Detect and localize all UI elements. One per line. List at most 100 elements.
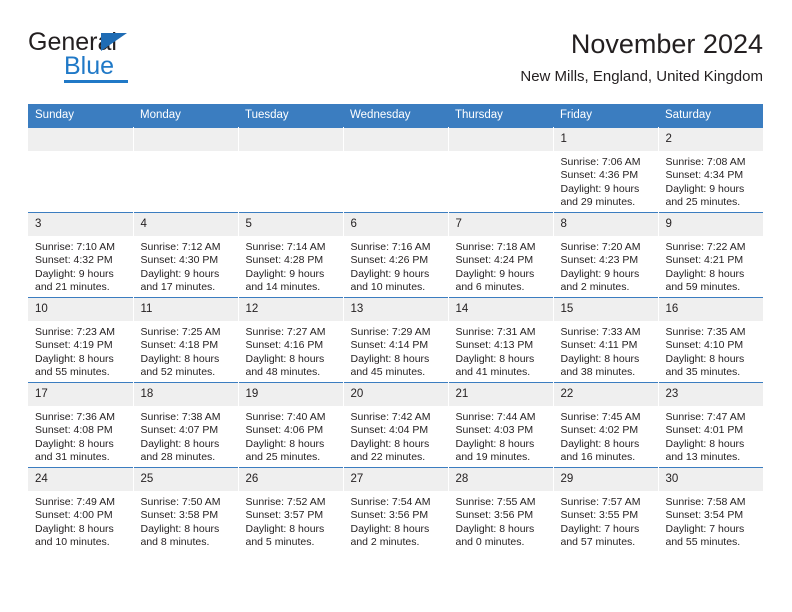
calendar-empty-cell [28, 127, 134, 213]
calendar-day-cell[interactable]: 11 Sunrise: 7:25 AM Sunset: 4:18 PM Dayligh… [133, 297, 239, 383]
sunset-text: Sunset: 3:56 PM [350, 509, 429, 522]
daylight-text-line1: Daylight: 8 hours [350, 437, 430, 450]
daylight-text-line2: and 2 minutes. [350, 536, 420, 549]
day-number: 5 [238, 213, 343, 236]
sunset-text: Sunset: 4:28 PM [245, 254, 324, 267]
calendar-day-cell[interactable]: 19 Sunrise: 7:40 AM Sunset: 4:06 PM Dayligh… [238, 382, 344, 468]
sunrise-text: Sunrise: 7:49 AM [35, 496, 115, 508]
day-details: Sunrise: 7:08 AM Sunset: 4:34 PM Daylight:… [659, 151, 764, 210]
calendar-day-cell[interactable]: 18 Sunrise: 7:38 AM Sunset: 4:07 PM Dayligh… [133, 382, 239, 468]
daylight-text-line2: and 10 minutes. [35, 536, 110, 549]
sunset-text: Sunset: 3:57 PM [245, 509, 324, 522]
day-details: Sunrise: 7:12 AM Sunset: 4:30 PM Daylight:… [134, 236, 238, 295]
day-details: Sunrise: 7:23 AM Sunset: 4:19 PM Daylight:… [28, 321, 133, 380]
calendar-day-cell[interactable]: 9 Sunrise: 7:22 AM Sunset: 4:21 PM Daylight… [658, 212, 763, 298]
calendar-day-cell[interactable]: 30 Sunrise: 7:58 AM Sunset: 3:54 PM Dayligh… [658, 467, 763, 552]
day-details: Sunrise: 7:33 AM Sunset: 4:11 PM Daylight:… [554, 321, 658, 380]
sunrise-text: Sunrise: 7:16 AM [350, 241, 431, 253]
sunrise-text: Sunrise: 7:22 AM [665, 241, 746, 253]
sunrise-text: Sunrise: 7:58 AM [665, 496, 746, 508]
daylight-text-line1: Daylight: 8 hours [455, 352, 535, 365]
sunrise-text: Sunrise: 7:47 AM [665, 411, 746, 423]
sunset-text: Sunset: 4:02 PM [560, 424, 639, 437]
sunset-text: Sunset: 4:07 PM [140, 424, 219, 437]
calendar-day-cell[interactable]: 29 Sunrise: 7:57 AM Sunset: 3:55 PM Dayligh… [553, 467, 659, 552]
day-number: 4 [133, 213, 238, 236]
day-number: 18 [133, 383, 238, 406]
calendar-day-cell[interactable]: 4 Sunrise: 7:12 AM Sunset: 4:30 PM Daylight… [133, 212, 239, 298]
sunset-text: Sunset: 4:16 PM [245, 339, 324, 352]
sunset-text: Sunset: 4:26 PM [350, 254, 429, 267]
daylight-text-line1: Daylight: 8 hours [140, 352, 220, 365]
sunset-text: Sunset: 4:13 PM [455, 339, 534, 352]
logo-underline [64, 80, 128, 83]
sunset-text: Sunset: 3:56 PM [455, 509, 534, 522]
sunset-text: Sunset: 4:11 PM [560, 339, 638, 352]
daylight-text-line1: Daylight: 8 hours [350, 352, 430, 365]
calendar-day-cell[interactable]: 7 Sunrise: 7:18 AM Sunset: 4:24 PM Daylight… [448, 212, 554, 298]
calendar-day-cell[interactable]: 13 Sunrise: 7:29 AM Sunset: 4:14 PM Dayligh… [343, 297, 449, 383]
sunset-text: Sunset: 4:21 PM [665, 254, 744, 267]
sunrise-text: Sunrise: 7:38 AM [140, 411, 221, 423]
calendar-day-cell[interactable]: 10 Sunrise: 7:23 AM Sunset: 4:19 PM Dayligh… [28, 297, 134, 383]
calendar-day-cell[interactable]: 26 Sunrise: 7:52 AM Sunset: 3:57 PM Dayligh… [238, 467, 344, 552]
calendar-body: 1 Sunrise: 7:06 AM Sunset: 4:36 PM Daylight… [28, 127, 764, 552]
calendar-day-cell[interactable]: 23 Sunrise: 7:47 AM Sunset: 4:01 PM Dayligh… [658, 382, 763, 468]
calendar-day-cell[interactable]: 22 Sunrise: 7:45 AM Sunset: 4:02 PM Dayligh… [553, 382, 659, 468]
daylight-text-line1: Daylight: 8 hours [140, 437, 220, 450]
calendar-empty-cell [133, 127, 239, 213]
sunrise-text: Sunrise: 7:25 AM [140, 326, 221, 338]
title-block: November 2024 New Mills, England, United… [520, 28, 763, 86]
daylight-text-line1: Daylight: 9 hours [455, 267, 535, 280]
day-details: Sunrise: 7:44 AM Sunset: 4:03 PM Daylight:… [449, 406, 553, 465]
sunrise-text: Sunrise: 7:52 AM [245, 496, 326, 508]
day-details: Sunrise: 7:42 AM Sunset: 4:04 PM Daylight:… [344, 406, 448, 465]
general-blue-logo[interactable]: General Blue [28, 28, 258, 90]
sunset-text: Sunset: 3:55 PM [560, 509, 639, 522]
calendar-day-cell[interactable]: 14 Sunrise: 7:31 AM Sunset: 4:13 PM Dayligh… [448, 297, 554, 383]
weekday-header-friday: Friday [553, 104, 658, 128]
daylight-text-line2: and 28 minutes. [140, 451, 216, 464]
weekday-header-sunday: Sunday [28, 104, 133, 128]
day-number [448, 128, 553, 151]
calendar-day-cell[interactable]: 2 Sunrise: 7:08 AM Sunset: 4:34 PM Daylight… [658, 127, 764, 213]
daylight-text-line2: and 45 minutes. [350, 366, 426, 379]
page-subtitle: New Mills, England, United Kingdom [520, 68, 763, 85]
day-details: Sunrise: 7:14 AM Sunset: 4:28 PM Daylight:… [239, 236, 343, 295]
day-number: 10 [28, 298, 133, 321]
calendar-week-row: 17 Sunrise: 7:36 AM Sunset: 4:08 PM Dayligh… [28, 382, 763, 468]
daylight-text-line2: and 2 minutes. [560, 281, 630, 294]
daylight-text-line1: Daylight: 8 hours [245, 522, 325, 535]
calendar-day-cell[interactable]: 25 Sunrise: 7:50 AM Sunset: 3:58 PM Dayligh… [133, 467, 239, 552]
calendar-head: Sunday Monday Tuesday Wednesday Thursday… [28, 104, 763, 128]
calendar-day-cell[interactable]: 12 Sunrise: 7:27 AM Sunset: 4:16 PM Dayligh… [238, 297, 344, 383]
calendar-day-cell[interactable]: 17 Sunrise: 7:36 AM Sunset: 4:08 PM Dayligh… [28, 382, 134, 468]
daylight-text-line1: Daylight: 9 hours [245, 267, 325, 280]
calendar-day-cell[interactable]: 20 Sunrise: 7:42 AM Sunset: 4:04 PM Dayligh… [343, 382, 449, 468]
calendar-day-cell[interactable]: 3 Sunrise: 7:10 AM Sunset: 4:32 PM Daylight… [28, 212, 134, 298]
day-details: Sunrise: 7:54 AM Sunset: 3:56 PM Daylight:… [344, 491, 448, 550]
calendar-page: General Blue November 2024 New Mills, En… [0, 0, 792, 612]
daylight-text-line2: and 29 minutes. [560, 196, 636, 209]
sunrise-text: Sunrise: 7:31 AM [455, 326, 536, 338]
calendar-day-cell[interactable]: 1 Sunrise: 7:06 AM Sunset: 4:36 PM Daylight… [553, 127, 659, 213]
day-number [343, 128, 448, 151]
calendar-day-cell[interactable]: 27 Sunrise: 7:54 AM Sunset: 3:56 PM Dayligh… [343, 467, 449, 552]
calendar-day-cell[interactable]: 5 Sunrise: 7:14 AM Sunset: 4:28 PM Daylight… [238, 212, 344, 298]
daylight-text-line2: and 13 minutes. [665, 451, 741, 464]
calendar-day-cell[interactable]: 28 Sunrise: 7:55 AM Sunset: 3:56 PM Dayligh… [448, 467, 554, 552]
daylight-text-line2: and 25 minutes. [665, 196, 741, 209]
daylight-text-line2: and 31 minutes. [35, 451, 110, 464]
calendar-day-cell[interactable]: 8 Sunrise: 7:20 AM Sunset: 4:23 PM Daylight… [553, 212, 659, 298]
day-number: 23 [658, 383, 763, 406]
day-details: Sunrise: 7:38 AM Sunset: 4:07 PM Daylight:… [134, 406, 238, 465]
day-details: Sunrise: 7:35 AM Sunset: 4:10 PM Daylight:… [659, 321, 764, 380]
calendar-day-cell[interactable]: 15 Sunrise: 7:33 AM Sunset: 4:11 PM Dayligh… [553, 297, 659, 383]
day-details: Sunrise: 7:57 AM Sunset: 3:55 PM Daylight:… [554, 491, 658, 550]
day-number: 11 [133, 298, 238, 321]
calendar-day-cell[interactable]: 16 Sunrise: 7:35 AM Sunset: 4:10 PM Dayligh… [658, 297, 764, 383]
calendar-day-cell[interactable]: 6 Sunrise: 7:16 AM Sunset: 4:26 PM Daylight… [343, 212, 449, 298]
calendar-day-cell[interactable]: 24 Sunrise: 7:49 AM Sunset: 4:00 PM Dayligh… [28, 467, 134, 552]
calendar-day-cell[interactable]: 21 Sunrise: 7:44 AM Sunset: 4:03 PM Dayligh… [448, 382, 554, 468]
sunset-text: Sunset: 3:54 PM [665, 509, 744, 522]
